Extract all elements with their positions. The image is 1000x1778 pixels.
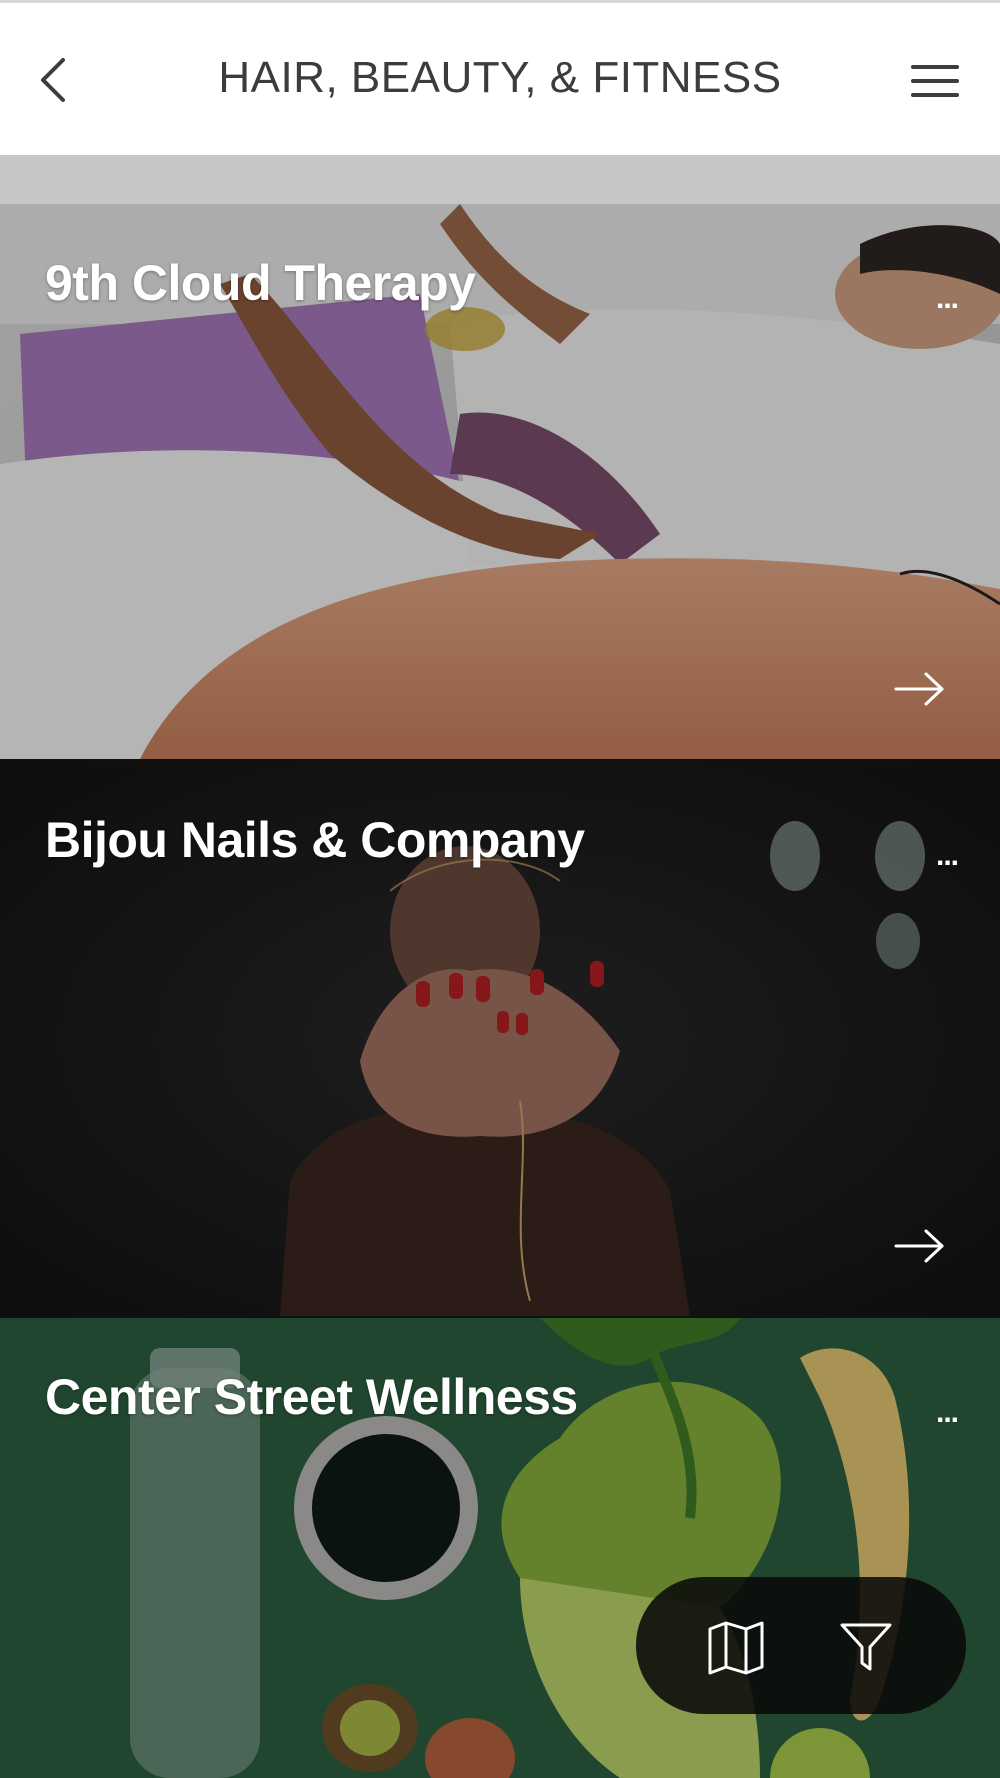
filter-icon: [840, 1623, 892, 1671]
menu-button[interactable]: [905, 58, 965, 103]
listing-title: Bijou Nails & Company: [45, 812, 585, 868]
open-listing-button[interactable]: [890, 664, 950, 714]
open-listing-button[interactable]: [890, 1221, 950, 1271]
hamburger-menu-icon: [911, 65, 959, 97]
chevron-left-icon: [41, 58, 65, 102]
more-options-button[interactable]: ...: [936, 282, 959, 316]
listing-card-bijou-nails[interactable]: Bijou Nails & Company ...: [0, 761, 1000, 1316]
more-options-button[interactable]: ...: [936, 1396, 959, 1430]
listing-title: 9th Cloud Therapy: [45, 255, 476, 311]
map-icon: [708, 1621, 764, 1675]
listing-card-9th-cloud-therapy[interactable]: 9th Cloud Therapy ...: [0, 204, 1000, 759]
list-spacer: [0, 155, 1000, 204]
map-view-button[interactable]: [704, 1615, 768, 1679]
arrow-right-icon: [894, 672, 944, 706]
app-header: HAIR, BEAUTY, & FITNESS: [0, 3, 1000, 155]
back-button[interactable]: [30, 48, 80, 108]
page-title: HAIR, BEAUTY, & FITNESS: [218, 53, 782, 102]
floating-action-bar: [636, 1577, 966, 1714]
more-options-button[interactable]: ...: [936, 839, 959, 873]
filter-button[interactable]: [834, 1615, 898, 1679]
arrow-right-icon: [894, 1229, 944, 1263]
listing-title: Center Street Wellness: [45, 1369, 578, 1425]
